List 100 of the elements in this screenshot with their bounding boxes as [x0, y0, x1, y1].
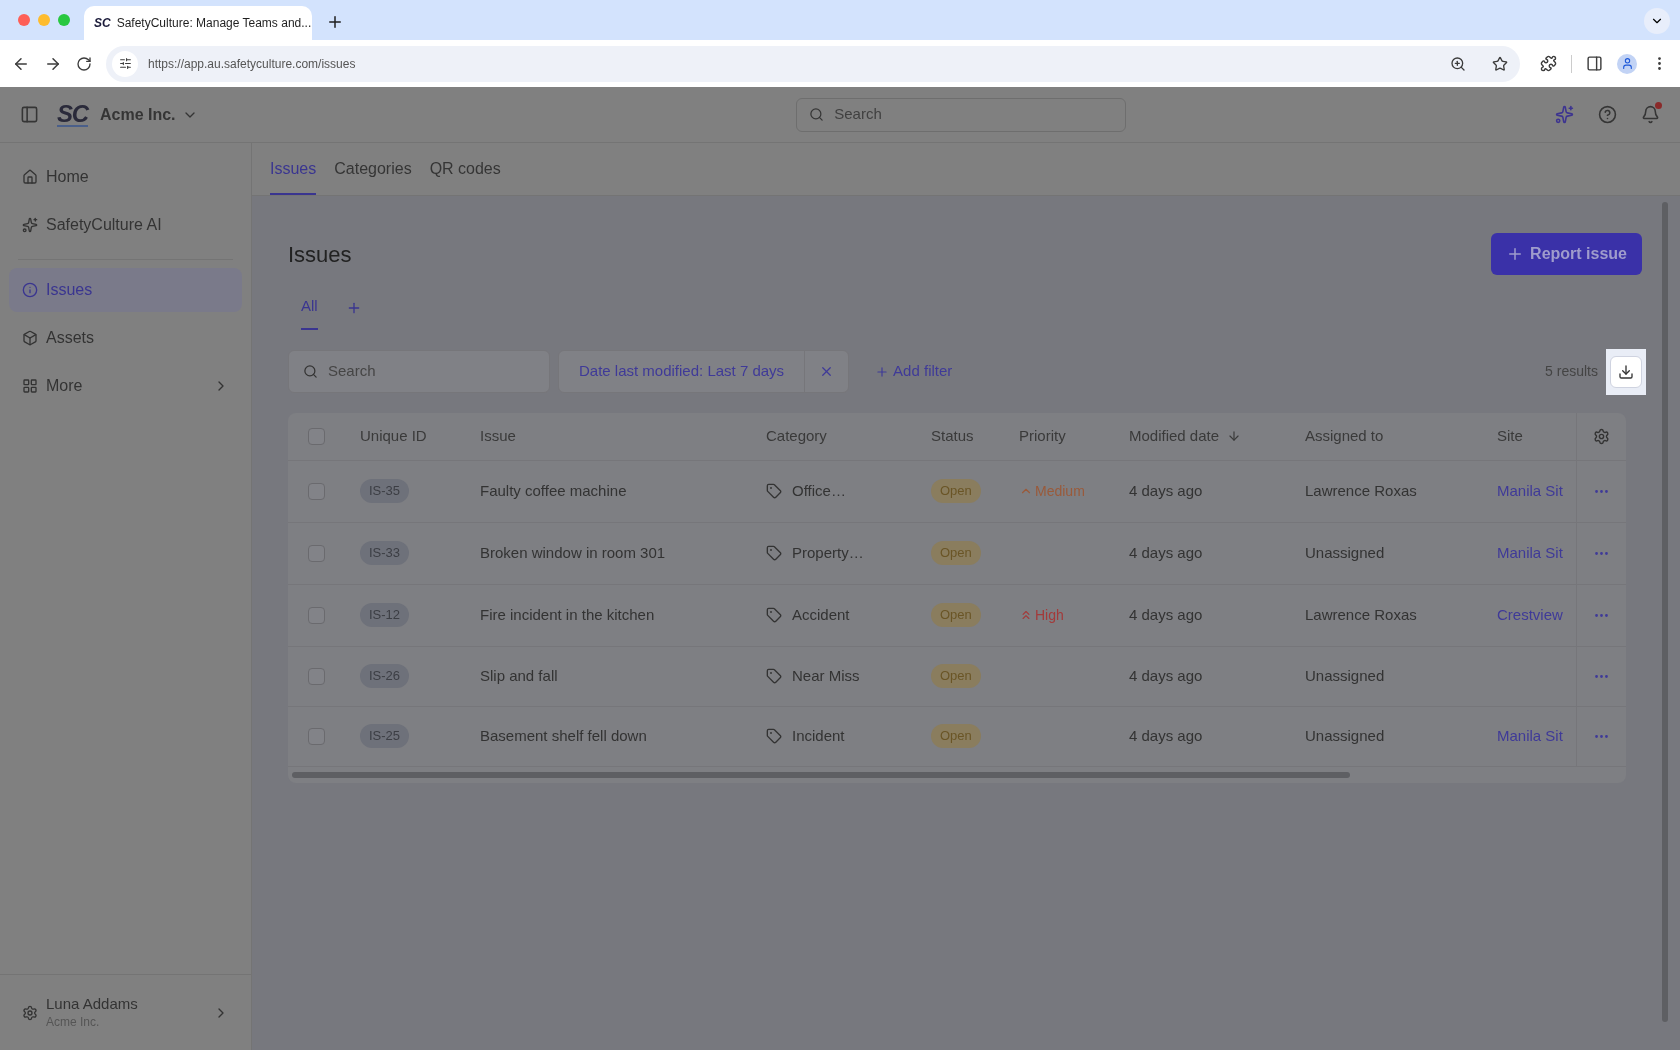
org-logo: SC	[57, 102, 88, 127]
issue-icon	[22, 282, 38, 298]
status-badge: Open	[931, 541, 981, 565]
help-icon[interactable]	[1598, 105, 1617, 124]
extensions-icon[interactable]	[1540, 55, 1557, 72]
sidebar-item[interactable]: Assets	[9, 316, 242, 360]
home-icon	[22, 169, 38, 185]
issue-title[interactable]: Fire incident in the kitchen	[480, 603, 766, 627]
search-field[interactable]: Search	[288, 350, 550, 393]
issue-title[interactable]: Faulty coffee machine	[480, 479, 766, 503]
site-link[interactable]: Manila Sit	[1497, 726, 1563, 744]
page-title: Issues	[288, 240, 352, 269]
tab-favicon-icon: SC	[94, 14, 111, 32]
tab-title: SafetyCulture: Manage Teams and...	[116, 15, 312, 32]
double-chevron-up-icon	[1019, 608, 1033, 622]
assignee-name: Unassigned	[1305, 725, 1386, 746]
row-checkbox[interactable]	[308, 482, 325, 500]
status-badge: Open	[931, 479, 981, 503]
row-checkbox[interactable]	[308, 727, 325, 745]
issue-title[interactable]: Basement shelf fell down	[480, 724, 766, 748]
user-name[interactable]: Luna Addams	[46, 994, 138, 1013]
column-header[interactable]: Assigned to	[1305, 424, 1497, 448]
close-window-icon[interactable]	[18, 14, 30, 26]
priority-label: Medium	[1019, 480, 1129, 502]
url-text: https://app.au.safetyculture.com/issues	[148, 55, 356, 73]
column-header[interactable]: Modified date	[1129, 424, 1305, 448]
ai-sparkle-icon[interactable]	[1555, 105, 1574, 124]
row-checkbox[interactable]	[308, 667, 325, 685]
issue-title[interactable]: Slip and fall	[480, 664, 766, 688]
column-header[interactable]: Site	[1497, 424, 1576, 448]
modified-date: 4 days ago	[1129, 665, 1204, 686]
zoom-icon[interactable]	[1450, 55, 1466, 72]
sidebar-item[interactable]: Home	[9, 155, 242, 199]
page-tab[interactable]: QR codes	[429, 157, 501, 195]
status-badge: Open	[931, 724, 981, 748]
browser-tab[interactable]: SC SafetyCulture: Manage Teams and...	[84, 6, 312, 40]
site-settings-icon[interactable]	[112, 50, 138, 77]
download-button[interactable]	[1610, 355, 1642, 388]
bookmark-star-icon[interactable]	[1492, 55, 1508, 72]
search-icon	[809, 107, 825, 122]
sidebar-item[interactable]: Issues	[9, 268, 242, 312]
search-icon	[303, 364, 318, 379]
category-name: Accident	[792, 604, 850, 625]
assignee-name: Lawrence Roxas	[1305, 480, 1418, 501]
row-checkbox[interactable]	[308, 606, 325, 624]
site-link[interactable]: Manila Sit	[1497, 543, 1563, 561]
settings-icon[interactable]	[22, 1004, 38, 1021]
category-name: Property…	[792, 542, 864, 563]
status-badge: Open	[931, 664, 981, 688]
category-tag-icon	[766, 607, 782, 623]
modified-date: 4 days ago	[1129, 604, 1204, 625]
column-header[interactable]: Issue	[480, 424, 766, 448]
row-checkbox[interactable]	[308, 544, 325, 562]
category-tag-icon	[766, 668, 782, 684]
sidebar-toggle-icon[interactable]	[20, 105, 39, 124]
sidebar-item[interactable]: SafetyCulture AI	[9, 203, 242, 247]
category-tag-icon	[766, 545, 782, 561]
column-header[interactable]: Category	[766, 424, 931, 448]
priority-label: High	[1019, 604, 1129, 626]
side-panel-icon[interactable]	[1586, 55, 1603, 72]
horizontal-scrollbar[interactable]	[292, 771, 1350, 778]
cube-icon	[22, 330, 38, 346]
issue-title[interactable]: Broken window in room 301	[480, 541, 766, 565]
column-settings-icon[interactable]	[1593, 427, 1610, 445]
sparkle-icon	[22, 217, 38, 233]
address-bar[interactable]: https://app.au.safetyculture.com/issues	[106, 45, 1520, 82]
reload-icon[interactable]	[76, 55, 92, 72]
column-header[interactable]: Unique ID	[360, 424, 480, 448]
assignee-name: Unassigned	[1305, 665, 1386, 686]
notifications-icon[interactable]	[1641, 105, 1660, 124]
select-all-checkbox[interactable]	[308, 427, 325, 445]
new-tab-icon[interactable]	[326, 13, 344, 31]
category-tag-icon	[766, 728, 782, 744]
profile-avatar-icon[interactable]	[1617, 53, 1637, 74]
assignee-name: Unassigned	[1305, 542, 1386, 563]
column-header[interactable]: Priority	[1019, 424, 1129, 448]
category-name: Office…	[792, 480, 846, 501]
page-tab[interactable]: Categories	[334, 157, 412, 195]
modified-date: 4 days ago	[1129, 542, 1204, 563]
sidebar-item[interactable]: More	[9, 364, 242, 408]
report-issue-button[interactable]: Report issue	[1491, 233, 1642, 275]
status-badge: Open	[931, 603, 981, 627]
category-name: Incident	[792, 725, 845, 746]
modified-date: 4 days ago	[1129, 725, 1204, 746]
results-count: 5 results	[1545, 362, 1598, 381]
maximize-window-icon[interactable]	[58, 14, 70, 26]
org-switcher[interactable]: Acme Inc.	[99, 102, 198, 127]
grid-icon	[22, 378, 38, 394]
assignee-name: Lawrence Roxas	[1305, 604, 1418, 625]
column-header[interactable]: Status	[931, 424, 1019, 448]
add-filter-link[interactable]: Add filter	[875, 360, 953, 383]
site-link[interactable]: Crestview	[1497, 605, 1563, 623]
site-link[interactable]: Manila Sit	[1497, 481, 1563, 499]
view-tab[interactable]: All	[301, 295, 318, 330]
page-tab[interactable]: Issues	[270, 157, 317, 195]
plus-icon	[875, 364, 890, 379]
vertical-scrollbar[interactable]	[1662, 202, 1668, 1022]
global-search-field[interactable]: Search	[796, 97, 1127, 132]
tab-list-button[interactable]	[1644, 8, 1670, 34]
category-tag-icon	[766, 483, 782, 499]
